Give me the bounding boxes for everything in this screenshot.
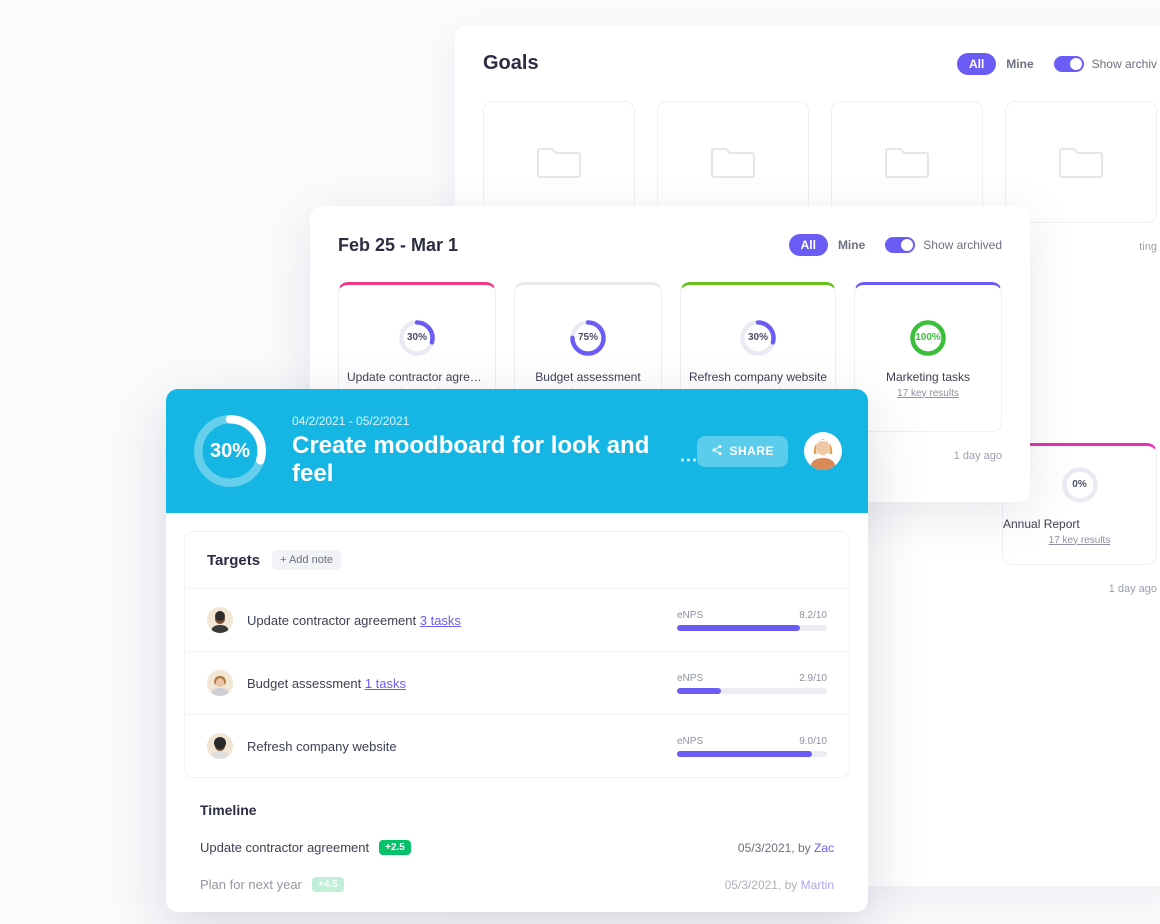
more-icon[interactable]: ⋯ [679, 450, 697, 471]
filter-mine-pill[interactable]: Mine [838, 238, 865, 252]
annual-report-sub[interactable]: 17 key results [1049, 535, 1111, 546]
target-row[interactable]: Update contractor agreement 3 tasks eNPS… [185, 588, 849, 651]
enps-label: eNPS [677, 673, 703, 684]
share-button[interactable]: SHARE [697, 436, 788, 467]
target-text: Budget assessment [247, 676, 361, 691]
timeline-text: Update contractor agreement [200, 840, 369, 855]
folder-icon [710, 145, 756, 179]
annual-report-title: Annual Report [1003, 517, 1156, 531]
goal-detail-panel: 30% 04/2/2021 - 05/2/2021 Create moodboa… [166, 389, 868, 912]
enps-label: eNPS [677, 736, 703, 747]
share-label: SHARE [729, 444, 774, 458]
timeline-block: Timeline Update contractor agreement +2.… [166, 778, 868, 912]
goal-card-sub[interactable]: 17 key results [897, 388, 959, 399]
progress-donut: 30% [397, 318, 437, 358]
goal-dates: 04/2/2021 - 05/2/2021 [292, 414, 697, 428]
folder-icon [884, 145, 930, 179]
enps-score: 9.0/10 [799, 736, 827, 747]
target-row[interactable]: Budget assessment 1 tasks eNPS 2.9/10 [185, 651, 849, 714]
goal-detail-header: 30% 04/2/2021 - 05/2/2021 Create moodboa… [166, 389, 868, 513]
goal-title: Create moodboard for look and feel [292, 432, 667, 488]
targets-card: Targets + Add note Update contractor agr… [184, 531, 850, 778]
folder-icon [1058, 145, 1104, 179]
archive-toggle-label: Show archived [923, 238, 1002, 252]
enps-bar [677, 751, 827, 757]
goal-card-title: Budget assessment [523, 370, 653, 384]
filter-all-pill[interactable]: All [957, 53, 996, 75]
goals-title: Goals [483, 52, 539, 75]
goals-filter[interactable]: All Mine [957, 53, 1034, 75]
donut-percent: 100% [908, 318, 948, 358]
timeline-text: Plan for next year [200, 877, 302, 892]
delta-chip: +4.5 [312, 877, 344, 892]
assignee-avatar [207, 733, 233, 759]
folder-icon [536, 145, 582, 179]
goal-folder-card[interactable] [657, 101, 809, 223]
target-row[interactable]: Refresh company website eNPS 9.0/10 [185, 714, 849, 777]
filter-all-pill[interactable]: All [789, 234, 828, 256]
timeline-date: 05/3/2021, by [725, 878, 798, 892]
share-icon [711, 444, 723, 459]
assignee-avatar [207, 607, 233, 633]
timeline-row[interactable]: Update contractor agreement +2.5 05/3/20… [200, 818, 834, 855]
enps-score: 8.2/10 [799, 610, 827, 621]
goal-folder-card[interactable] [483, 101, 635, 223]
target-text: Update contractor agreement [247, 613, 416, 628]
donut-percent: 30% [738, 318, 778, 358]
donut-percent: 30% [397, 318, 437, 358]
target-tasks-link[interactable]: 1 tasks [365, 676, 406, 691]
annual-report-donut: 0% [1060, 465, 1100, 505]
target-tasks-link[interactable]: 3 tasks [420, 613, 461, 628]
goal-folder-card[interactable] [831, 101, 983, 223]
weekly-title: Feb 25 - Mar 1 [338, 235, 458, 256]
timeline-author[interactable]: Martin [801, 878, 834, 892]
filter-mine-pill[interactable]: Mine [1006, 57, 1033, 71]
goal-progress-donut: 30% [192, 413, 268, 489]
owner-avatar[interactable] [804, 432, 842, 470]
goal-card-title: Refresh company website [689, 370, 827, 384]
goal-card[interactable]: 100% Marketing tasks 17 key results [854, 282, 1002, 432]
donut-percent: 75% [568, 318, 608, 358]
target-text: Refresh company website [247, 739, 397, 754]
delta-chip: +2.5 [379, 840, 411, 855]
goal-progress-percent: 30% [192, 413, 268, 489]
enps-score: 2.9/10 [799, 673, 827, 684]
timeline-date: 05/3/2021, by [738, 841, 811, 855]
enps-bar [677, 688, 827, 694]
timeline-row[interactable]: Plan for next year +4.5 05/3/2021, by Ma… [200, 855, 834, 892]
enps-label: eNPS [677, 610, 703, 621]
timeline-author[interactable]: Zac [814, 841, 834, 855]
progress-donut: 75% [568, 318, 608, 358]
progress-donut: 100% [908, 318, 948, 358]
enps-bar [677, 625, 827, 631]
annual-report-percent: 0% [1060, 465, 1100, 505]
add-note-button[interactable]: + Add note [272, 550, 341, 570]
goal-folder-card[interactable] [1005, 101, 1157, 223]
archive-toggle[interactable] [1054, 56, 1084, 72]
progress-donut: 30% [738, 318, 778, 358]
goal-card-title: Update contractor agreemen [347, 370, 487, 384]
assignee-avatar [207, 670, 233, 696]
archive-toggle[interactable] [885, 237, 915, 253]
weekly-filter[interactable]: All Mine [789, 234, 866, 256]
archive-toggle-label: Show archiv [1092, 57, 1157, 71]
timeline-title: Timeline [200, 802, 834, 818]
goal-card-title: Marketing tasks [863, 370, 993, 384]
targets-title: Targets [207, 552, 260, 569]
